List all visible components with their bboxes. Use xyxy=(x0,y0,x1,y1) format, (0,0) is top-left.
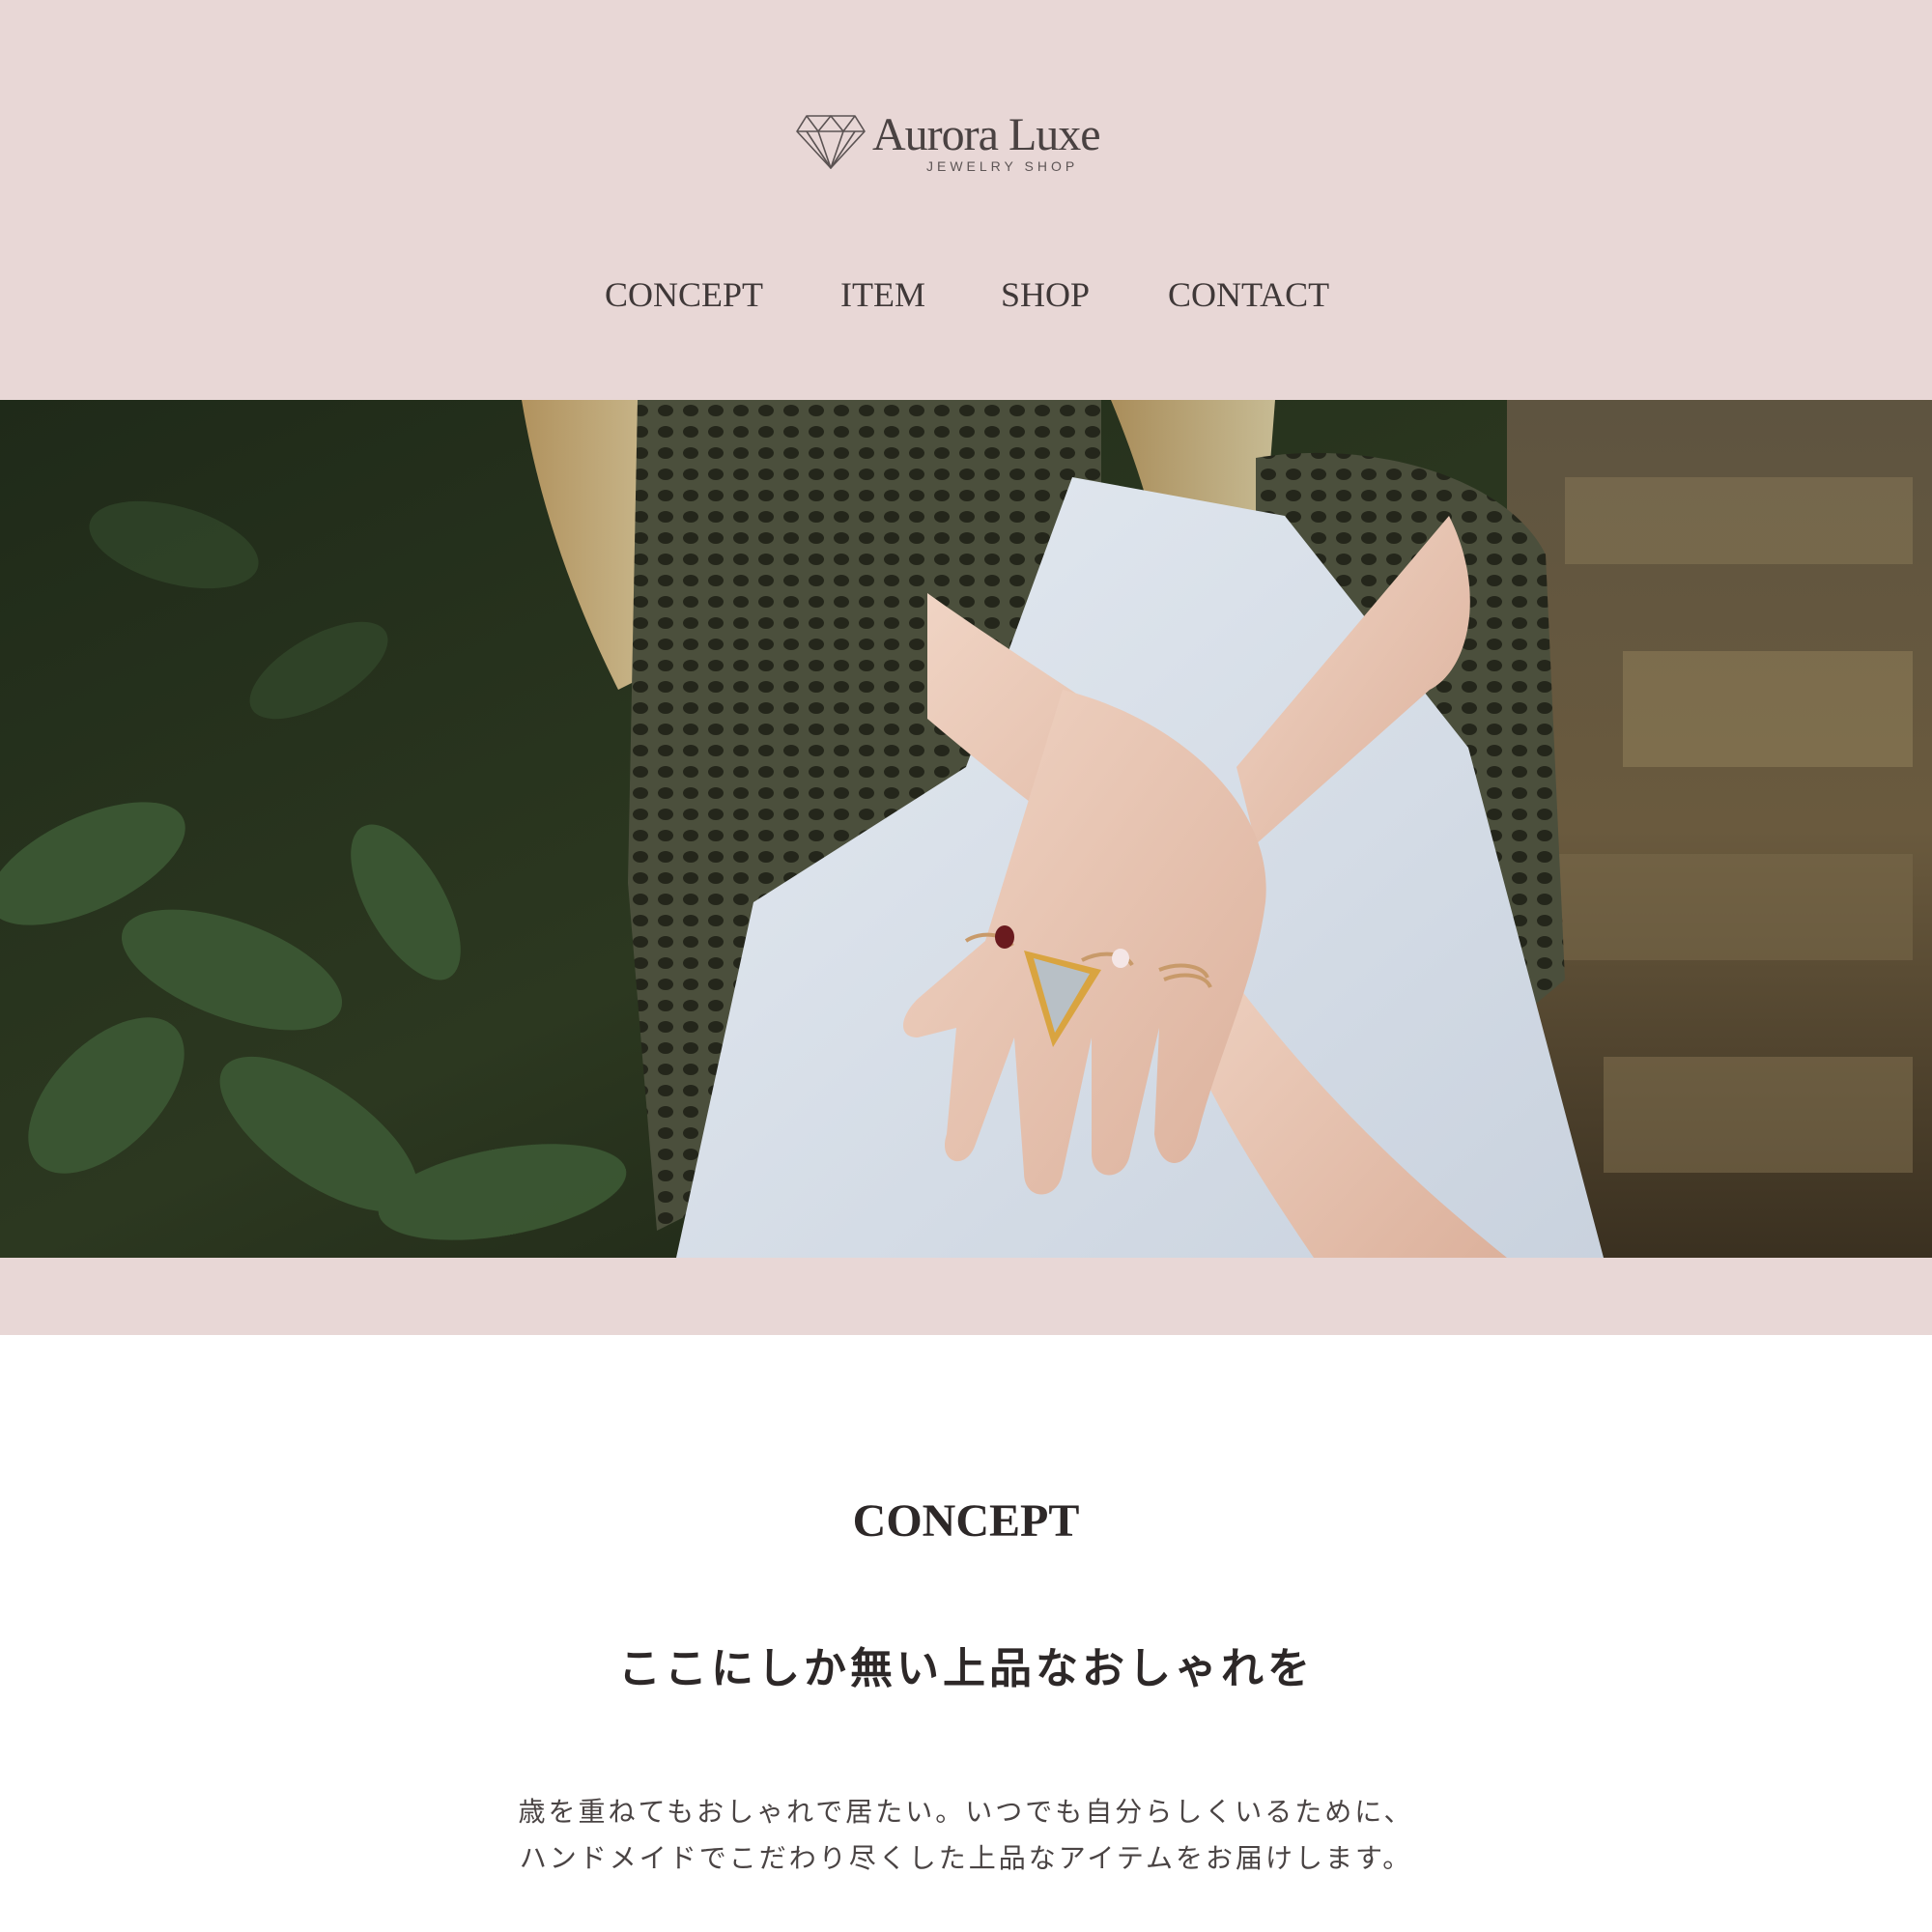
diamond-icon xyxy=(796,115,866,169)
site-header: Aurora Luxe JEWELRY SHOP CONCEPT ITEM SH… xyxy=(0,0,1932,400)
concept-title: CONCEPT xyxy=(852,1495,1080,1547)
concept-subtitle: ここにしか無い上品なおしゃれを xyxy=(618,1644,1314,1693)
nav-item-contact[interactable]: CONTACT xyxy=(1168,270,1329,319)
brand-tagline: JEWELRY SHOP xyxy=(926,158,1079,174)
concept-body: 歳を重ねてもおしゃれで居たい。いつでも自分らしくいるために、 ハンドメイドでこだ… xyxy=(0,1789,1932,1882)
brand-name: Aurora Luxe xyxy=(872,109,1101,160)
concept-body-line: 歳を重ねてもおしゃれで居たい。いつでも自分らしくいるために、 xyxy=(518,1796,1414,1828)
brand-logo[interactable]: Aurora Luxe JEWELRY SHOP xyxy=(795,106,1133,184)
concept-body-line: ハンドメイドでこだわり尽くした上品なアイテムをお届けします。 xyxy=(519,1842,1413,1874)
hero-photo xyxy=(0,400,1932,1258)
nav-item-shop[interactable]: SHOP xyxy=(1001,270,1090,319)
hero-image xyxy=(0,400,1932,1258)
nav-item-concept[interactable]: CONCEPT xyxy=(605,270,763,319)
main-nav: CONCEPT ITEM SHOP CONTACT xyxy=(0,270,1932,319)
nav-item-item[interactable]: ITEM xyxy=(840,270,925,319)
